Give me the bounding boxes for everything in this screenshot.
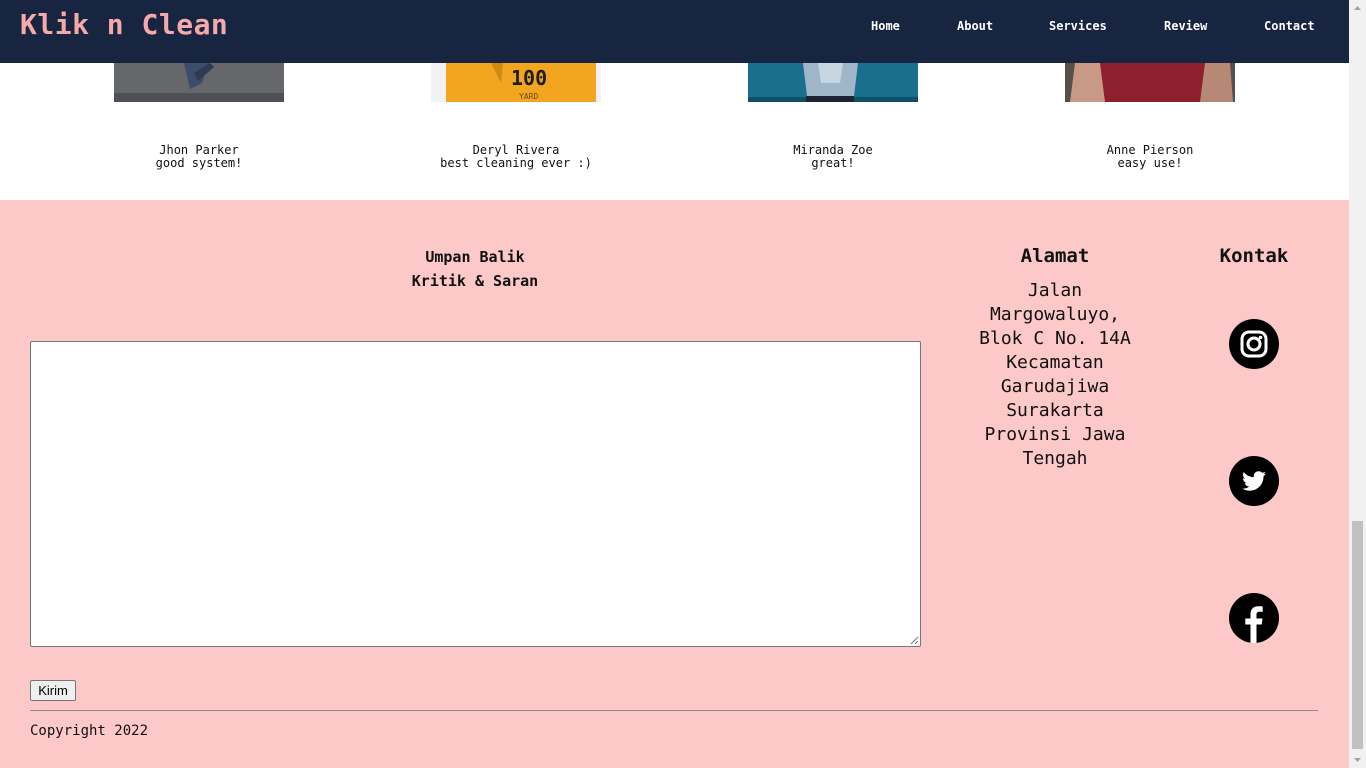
reviewer-name: Miranda Zoe <box>793 143 873 157</box>
brand-logo[interactable]: Klik n Clean <box>20 8 228 41</box>
svg-text:YARD: YARD <box>519 92 538 101</box>
divider <box>30 710 1318 711</box>
nav-services[interactable]: Services <box>1049 19 1107 33</box>
review-comment: great! <box>811 156 855 170</box>
address-text: Jalan Margowaluyo, Blok C No. 14A Kecama… <box>979 280 1131 469</box>
nav-home[interactable]: Home <box>871 19 900 33</box>
address-title: Alamat <box>1020 245 1090 267</box>
twitter-icon[interactable] <box>1229 456 1279 506</box>
scroll-up-arrow-icon[interactable] <box>1349 0 1366 17</box>
reviewer-photo <box>748 63 918 102</box>
svg-text:100: 100 <box>511 66 547 90</box>
feedback-subtitle: Kritik & Saran <box>411 272 539 290</box>
scroll-down-arrow-icon[interactable] <box>1349 751 1366 768</box>
scroll-thumb[interactable] <box>1352 521 1363 749</box>
reviewer-name: Jhon Parker <box>159 143 239 157</box>
nav-about[interactable]: About <box>957 19 993 33</box>
reviewer-name: Anne Pierson <box>1106 143 1194 157</box>
nav-review[interactable]: Review <box>1164 19 1207 33</box>
nav-contact[interactable]: Contact <box>1264 19 1315 33</box>
contact-title: Kontak <box>1219 245 1289 267</box>
instagram-icon[interactable] <box>1229 319 1279 369</box>
reviewer-photo <box>1065 63 1235 102</box>
reviewer-photo <box>114 63 284 102</box>
feedback-textarea[interactable] <box>30 341 921 647</box>
copyright: Copyright 2022 <box>30 723 149 739</box>
reviewer-photo: 100 YARD <box>431 63 601 102</box>
review-comment: easy use! <box>1117 156 1183 170</box>
submit-button[interactable]: Kirim <box>30 680 76 701</box>
review-section: 100 YARD Jhon Parker good system! Deryl … <box>0 63 1349 200</box>
footer: Umpan Balik Kritik & Saran Kirim Copyrig… <box>0 200 1349 768</box>
review-comment: best cleaning ever :) <box>440 156 592 170</box>
reviewer-name: Deryl Rivera <box>472 143 560 157</box>
page-scrollbar[interactable] <box>1349 0 1366 768</box>
feedback-title: Umpan Balik <box>425 248 525 266</box>
facebook-icon[interactable] <box>1229 593 1279 643</box>
review-comment: good system! <box>155 156 243 170</box>
resize-grip-icon[interactable] <box>909 635 919 645</box>
navbar: Klik n Clean Home About Services Review … <box>0 0 1349 63</box>
